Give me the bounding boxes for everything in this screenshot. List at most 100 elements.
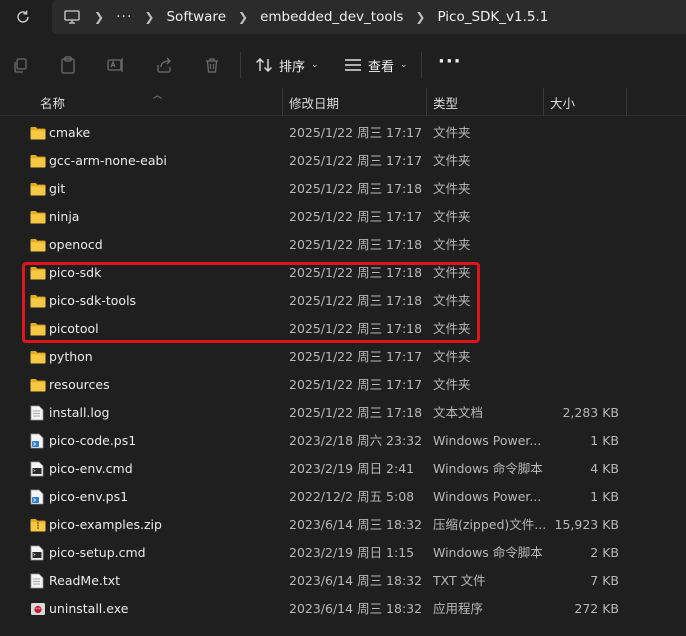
sort-button[interactable]: 排序 ⌄	[255, 54, 319, 76]
file-list: cmake 2025/1/22 周三 17:17 文件夹 gcc-arm-none-e…	[0, 119, 686, 623]
crumb-pico-sdk[interactable]: Pico_SDK_v1.5.1	[437, 9, 548, 25]
delete-icon[interactable]	[203, 56, 221, 74]
file-size	[548, 147, 619, 175]
breadcrumb[interactable]: ❯ ··· ❯ Software ❯ embedded_dev_tools ❯ …	[52, 0, 686, 34]
file-row[interactable]: openocd 2025/1/22 周三 17:18 文件夹	[0, 231, 686, 259]
chevron-right-icon[interactable]: ❯	[238, 10, 248, 24]
sort-ascending-icon: ︿	[153, 91, 163, 101]
file-name[interactable]: pico-examples.zip	[49, 511, 162, 539]
file-row[interactable]: ReadMe.txt 2023/6/14 周三 18:32 TXT 文件 7 KB	[0, 567, 686, 595]
view-button[interactable]: 查看 ⌄	[344, 54, 408, 76]
more-options-button[interactable]: ···	[438, 53, 462, 71]
file-name[interactable]: pico-sdk-tools	[49, 287, 136, 315]
this-pc-icon[interactable]	[64, 10, 82, 24]
toolbar-divider	[421, 52, 422, 78]
file-type: 文件夹	[433, 321, 471, 336]
powershell-script-icon	[30, 483, 46, 511]
folder-icon	[30, 371, 46, 399]
file-row[interactable]: pico-setup.cmd 2023/2/19 周日 1:15 Windows 命…	[0, 539, 686, 567]
file-row[interactable]: install.log 2025/1/22 周三 17:18 文本文档 2,283 K…	[0, 399, 686, 427]
text-file-icon	[30, 399, 46, 427]
file-type: Windows Power...	[433, 489, 542, 504]
file-row[interactable]: git 2025/1/22 周三 17:18 文件夹	[0, 175, 686, 203]
file-name[interactable]: resources	[49, 371, 110, 399]
zip-folder-icon	[30, 511, 46, 539]
folder-icon	[30, 203, 46, 231]
rename-icon[interactable]	[107, 56, 125, 74]
file-name[interactable]: pico-setup.cmd	[49, 539, 146, 567]
file-name[interactable]: ReadMe.txt	[49, 567, 120, 595]
file-row[interactable]: pico-code.ps1 2023/2/18 周六 23:32 Windows P…	[0, 427, 686, 455]
crumb-embedded-dev-tools[interactable]: embedded_dev_tools	[260, 9, 403, 25]
view-list-icon	[344, 58, 362, 72]
crumb-software[interactable]: Software	[166, 9, 226, 25]
folder-icon	[30, 315, 46, 343]
file-name[interactable]: git	[49, 175, 65, 203]
paste-icon[interactable]	[59, 56, 77, 74]
chevron-right-icon[interactable]: ❯	[94, 10, 104, 24]
file-date: 2023/6/14 周三 18:32	[289, 517, 423, 532]
file-size	[548, 371, 619, 399]
file-row[interactable]: cmake 2025/1/22 周三 17:17 文件夹	[0, 119, 686, 147]
file-row[interactable]: pico-sdk 2025/1/22 周三 17:18 文件夹	[0, 259, 686, 287]
file-size	[548, 175, 619, 203]
refresh-icon[interactable]	[12, 6, 34, 28]
folder-icon	[30, 147, 46, 175]
cmd-script-icon	[30, 539, 46, 567]
file-name[interactable]: gcc-arm-none-eabi	[49, 147, 167, 175]
file-row[interactable]: resources 2025/1/22 周三 17:17 文件夹	[0, 371, 686, 399]
file-name[interactable]: cmake	[49, 119, 90, 147]
file-size: 15,923 KB	[554, 517, 619, 532]
file-size: 4 KB	[590, 461, 619, 476]
file-date: 2022/12/2 周五 5:08	[289, 489, 415, 504]
file-name[interactable]: install.log	[49, 399, 109, 427]
file-type: 文件夹	[433, 377, 471, 392]
file-row[interactable]: picotool 2025/1/22 周三 17:18 文件夹	[0, 315, 686, 343]
file-name[interactable]: python	[49, 343, 93, 371]
file-name[interactable]: pico-env.ps1	[49, 483, 128, 511]
column-date[interactable]: 修改日期	[283, 88, 426, 116]
file-size	[548, 315, 619, 343]
file-date: 2023/2/19 周日 2:41	[289, 461, 415, 476]
file-size	[548, 203, 619, 231]
share-icon[interactable]	[155, 56, 173, 74]
column-type[interactable]: 类型	[427, 88, 543, 116]
file-row[interactable]: gcc-arm-none-eabi 2025/1/22 周三 17:17 文件夹	[0, 147, 686, 175]
file-row[interactable]: pico-sdk-tools 2025/1/22 周三 17:18 文件夹	[0, 287, 686, 315]
file-size: 1 KB	[590, 433, 619, 448]
address-bar: ❯ ··· ❯ Software ❯ embedded_dev_tools ❯ …	[0, 0, 686, 34]
column-size[interactable]: 大小	[544, 88, 626, 116]
cmd-script-icon	[30, 455, 46, 483]
file-type: 文件夹	[433, 153, 471, 168]
file-date: 2025/1/22 周三 17:18	[289, 405, 423, 420]
file-date: 2023/6/14 周三 18:32	[289, 601, 423, 616]
file-name[interactable]: pico-sdk	[49, 259, 101, 287]
file-name[interactable]: openocd	[49, 231, 103, 259]
chevron-right-icon[interactable]: ❯	[415, 10, 425, 24]
file-date: 2025/1/22 周三 17:17	[289, 209, 423, 224]
file-type: 文件夹	[433, 265, 471, 280]
file-name[interactable]: ninja	[49, 203, 79, 231]
file-name[interactable]: picotool	[49, 315, 99, 343]
chevron-right-icon[interactable]: ❯	[144, 10, 154, 24]
file-row[interactable]: pico-env.cmd 2023/2/19 周日 2:41 Windows 命令脚…	[0, 455, 686, 483]
file-row[interactable]: ninja 2025/1/22 周三 17:17 文件夹	[0, 203, 686, 231]
file-type: Windows 命令脚本	[433, 545, 543, 560]
toolbar-divider	[240, 52, 241, 78]
file-type: Windows 命令脚本	[433, 461, 543, 476]
file-name[interactable]: pico-code.ps1	[49, 427, 136, 455]
copy-icon[interactable]	[11, 56, 29, 74]
file-name[interactable]: uninstall.exe	[49, 595, 128, 623]
folder-icon	[30, 343, 46, 371]
file-row[interactable]: pico-examples.zip 2023/6/14 周三 18:32 压缩(zi…	[0, 511, 686, 539]
more-crumbs-button[interactable]: ···	[116, 9, 132, 25]
file-name[interactable]: pico-env.cmd	[49, 455, 133, 483]
file-row[interactable]: python 2025/1/22 周三 17:17 文件夹	[0, 343, 686, 371]
file-row[interactable]: pico-env.ps1 2022/12/2 周五 5:08 Windows Pow…	[0, 483, 686, 511]
file-date: 2023/6/14 周三 18:32	[289, 573, 423, 588]
file-date: 2025/1/22 周三 17:17	[289, 153, 423, 168]
folder-icon	[30, 231, 46, 259]
column-divider[interactable]	[626, 88, 627, 116]
file-date: 2025/1/22 周三 17:18	[289, 265, 423, 280]
file-row[interactable]: uninstall.exe 2023/6/14 周三 18:32 应用程序 272 K…	[0, 595, 686, 623]
